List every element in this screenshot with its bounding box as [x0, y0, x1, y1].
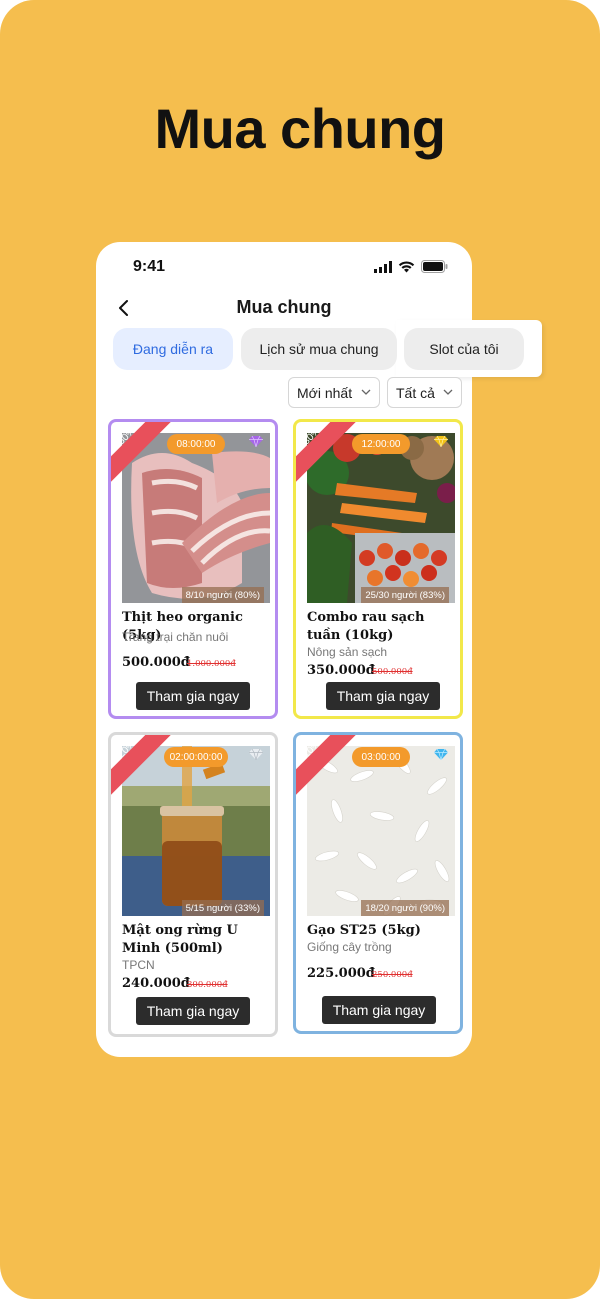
- tab-my-slots[interactable]: Slot của tôi: [404, 328, 524, 370]
- countdown-badge: 08:00:00: [167, 434, 225, 454]
- signal-icon: [374, 260, 392, 273]
- wifi-icon: [398, 260, 415, 272]
- original-price: 1.000.000đ: [187, 659, 236, 669]
- tab-history[interactable]: Lịch sử mua chung: [241, 328, 397, 370]
- join-now-button[interactable]: Tham gia ngay: [322, 996, 436, 1024]
- group-price: 500.000đ: [122, 655, 190, 670]
- status-time: 9:41: [133, 258, 166, 275]
- participants-progress: 8/10 người (80%): [181, 587, 264, 603]
- discount-ribbon: -20%: [111, 735, 171, 795]
- countdown-badge: 12:00:00: [352, 434, 410, 454]
- product-card[interactable]: -20% 02:00:00:00 5/15 người (33%) Mật on…: [108, 732, 278, 1037]
- product-card[interactable]: -30% 12:00:00 25/30 người (83%) Combo ra…: [293, 419, 463, 719]
- countdown-badge: 03:00:00: [352, 747, 410, 767]
- tab-ongoing[interactable]: Đang diễn ra: [113, 328, 233, 370]
- original-price: 250.000đ: [372, 970, 413, 980]
- discount-ribbon: -30%: [296, 422, 356, 482]
- product-name: Gạo ST25 (5kg): [307, 923, 421, 938]
- phone-screen: 9:41 Mua chung Đang diễn ra Lịch sử mua …: [96, 242, 542, 1057]
- shop-name: TPCN: [122, 958, 155, 972]
- participants-progress: 25/30 người (83%): [361, 587, 449, 603]
- white-gem-icon: [249, 749, 263, 760]
- sort-dropdown[interactable]: Mới nhất: [288, 377, 380, 408]
- group-price: 350.000đ: [307, 663, 375, 678]
- product-name: Combo rau sạch tuần (10kg): [307, 610, 425, 643]
- status-bar: 9:41: [96, 242, 472, 290]
- chevron-down-icon: [443, 389, 453, 395]
- page-title: Mua chung: [236, 297, 332, 317]
- category-value: Tất cả: [396, 384, 435, 401]
- battery-icon: [421, 260, 448, 273]
- product-name: Mật ong rừng U Minh (500ml): [122, 923, 238, 956]
- poster-headline: Mua chung: [154, 97, 446, 160]
- discount-ribbon: -50%: [111, 422, 171, 482]
- promo-poster: Mua chung 9:41 Mua chung Đang diễn ra Lị…: [0, 0, 600, 1299]
- countdown-badge: 02:00:00:00: [164, 747, 228, 767]
- shop-name: Trang trại chăn nuôi: [122, 630, 229, 644]
- yellow-gem-icon: [434, 436, 448, 447]
- original-price: 300.000đ: [187, 980, 228, 990]
- participants-progress: 5/15 người (33%): [181, 900, 264, 916]
- join-now-button[interactable]: Tham gia ngay: [136, 682, 250, 710]
- group-price: 240.000đ: [122, 976, 190, 991]
- join-now-button[interactable]: Tham gia ngay: [136, 997, 250, 1025]
- blue-gem-icon: [434, 749, 448, 760]
- shop-name: Nông sản sạch: [307, 645, 388, 659]
- join-now-button[interactable]: Tham gia ngay: [326, 682, 440, 710]
- sort-value: Mới nhất: [297, 384, 353, 401]
- chevron-down-icon: [361, 389, 371, 395]
- product-card[interactable]: -10% 03:00:00 18/20 người (90%) Gạo ST25…: [293, 732, 463, 1034]
- purple-gem-icon: [249, 436, 263, 447]
- group-price: 225.000đ: [307, 966, 375, 981]
- product-card[interactable]: -50% 08:00:00 8/10 người (80%) Thịt heo …: [108, 419, 278, 719]
- original-price: 500.000đ: [372, 667, 413, 677]
- participants-progress: 18/20 người (90%): [361, 900, 449, 916]
- category-dropdown[interactable]: Tất cả: [387, 377, 462, 408]
- discount-ribbon: -10%: [296, 735, 356, 795]
- shop-name: Giống cây trồng: [307, 940, 392, 954]
- system-icons: [374, 260, 448, 273]
